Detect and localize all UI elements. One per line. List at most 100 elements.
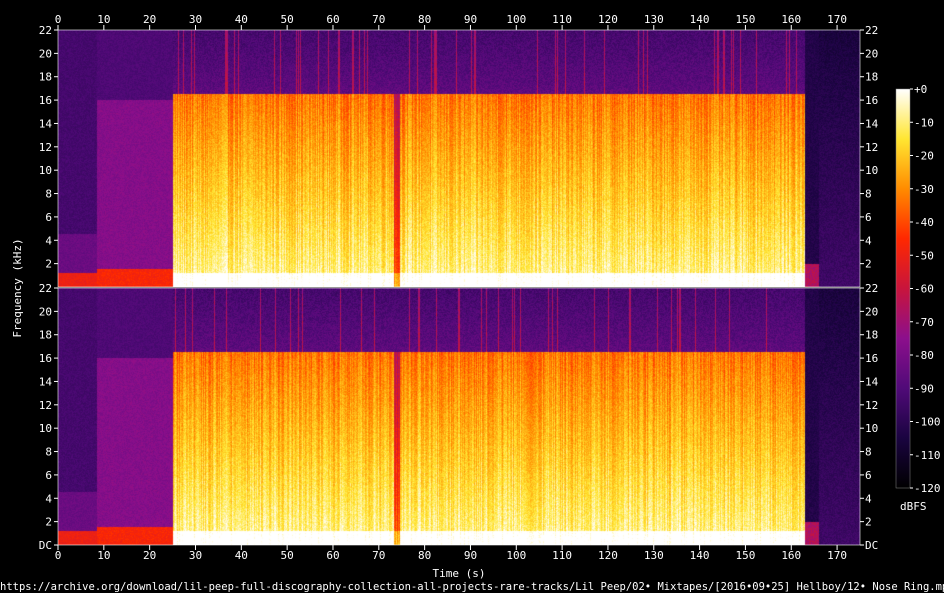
x-tick-label-bottom: 140	[690, 549, 710, 562]
y-tick-label-left: 2	[45, 516, 52, 529]
x-tick-label-top: 80	[418, 13, 431, 26]
colorbar-tick-label: +0	[914, 83, 927, 96]
y-tick-label-left: 10	[39, 422, 52, 435]
x-tick-label-bottom: 60	[326, 549, 339, 562]
y-tick-label-right: 2	[865, 516, 872, 529]
colorbar-tick-label: -60	[914, 283, 934, 296]
y-tick-label-left: 4	[45, 492, 52, 505]
y-tick-label-right: 20	[865, 305, 878, 318]
y-tick-label-right: 20	[865, 47, 878, 60]
x-tick-label-bottom: 20	[143, 549, 156, 562]
colorbar-tick-label: -70	[914, 316, 934, 329]
x-tick-label-bottom: 50	[281, 549, 294, 562]
y-tick-label-left: 18	[39, 71, 52, 84]
y-tick-label-left: 4	[45, 234, 52, 247]
colorbar-tick-label: -80	[914, 349, 934, 362]
y-tick-label-left: 16	[39, 352, 52, 365]
colorbar-tick-label: -100	[914, 416, 941, 429]
x-tick-label-top: 20	[143, 13, 156, 26]
y-tick-label-right: 14	[865, 375, 879, 388]
y-tick-label-right: 12	[865, 141, 878, 154]
spectrogram-figure: 2 24 46 68 810 1012 1214 1416 1618 1820 2022 22DC DC…	[0, 13, 944, 593]
colorbar-tick-label: -50	[914, 249, 934, 262]
spectrogram-panels	[58, 30, 860, 545]
x-tick-label-top: 70	[372, 13, 385, 26]
x-tick-label-bottom: 90	[464, 549, 477, 562]
y-tick-label-right: 14	[865, 117, 879, 130]
y-tick-label-right: 16	[865, 94, 878, 107]
x-tick-label-bottom: 80	[418, 549, 431, 562]
y-tick-label-left: 14	[39, 117, 53, 130]
x-tick-label-top: 90	[464, 13, 477, 26]
colorbar-tick-label: -20	[914, 150, 934, 163]
y-tick-label-right: 18	[865, 329, 878, 342]
y-tick-label-left: 8	[45, 446, 52, 459]
x-tick-label-top: 40	[235, 13, 248, 26]
x-tick-label-bottom: 0	[55, 549, 62, 562]
x-tick-label-top: 160	[781, 13, 801, 26]
y-tick-label-right: 10	[865, 422, 878, 435]
colorbar-tick-label: -110	[914, 449, 941, 462]
x-tick-label-bottom: 170	[827, 549, 847, 562]
x-tick-label-bottom: 10	[97, 549, 110, 562]
y-tick-label-left: 12	[39, 399, 52, 412]
y-tick-label-left: 22	[39, 282, 52, 295]
x-tick-label-top: 30	[189, 13, 202, 26]
colorbar-tick-label: -10	[914, 116, 934, 129]
x-tick-label-top: 110	[552, 13, 572, 26]
y-tick-label-right: 22	[865, 282, 878, 295]
x-tick-label-top: 170	[827, 13, 847, 26]
x-tick-label-top: 120	[598, 13, 618, 26]
y-tick-label-left: 8	[45, 188, 52, 201]
y-tick-label-left: 6	[45, 211, 52, 224]
x-tick-label-top: 0	[55, 13, 62, 26]
x-tick-label-bottom: 40	[235, 549, 248, 562]
y-tick-label-right: 6	[865, 469, 872, 482]
y-tick-label-left: 20	[39, 305, 52, 318]
colorbar-tick-label: -30	[914, 183, 934, 196]
y-tick-label-right: 16	[865, 352, 878, 365]
colorbar-tick-label: -120	[914, 482, 941, 495]
x-tick-label-bottom: 120	[598, 549, 618, 562]
y-tick-label-right: 4	[865, 492, 872, 505]
x-tick-label-bottom: 70	[372, 549, 385, 562]
y-tick-label-right: 2	[865, 258, 872, 271]
y-tick-label-right: 4	[865, 234, 872, 247]
colorbar-ticks: +0 -10 -20 -30 -40 -50 -60 -70 -80 -90 -100 -110 -12…	[910, 83, 941, 495]
x-tick-label-top: 150	[735, 13, 755, 26]
colorbar-tick-label: -40	[914, 216, 934, 229]
y-tick-label-right: 12	[865, 399, 878, 412]
source-path-footer: https://archive.org/download/lil-peep-fu…	[0, 581, 944, 593]
x-tick-label-bottom: 160	[781, 549, 801, 562]
y-tick-label-left: 22	[39, 24, 52, 37]
x-tick-label-top: 50	[281, 13, 294, 26]
spectrogram-channel-2	[58, 288, 860, 545]
x-tick-label-bottom: 100	[506, 549, 526, 562]
y-tick-label-left: DC	[39, 539, 52, 552]
y-tick-label-right: 8	[865, 188, 872, 201]
x-tick-label-top: 140	[690, 13, 710, 26]
x-tick-label-top: 130	[644, 13, 664, 26]
y-tick-label-right: 10	[865, 164, 878, 177]
y-tick-label-left: 20	[39, 47, 52, 60]
y-tick-label-right: 18	[865, 71, 878, 84]
y-tick-label-left: 18	[39, 329, 52, 342]
y-tick-label-left: 12	[39, 141, 52, 154]
x-tick-label-bottom: 30	[189, 549, 202, 562]
y-tick-label-left: 2	[45, 258, 52, 271]
y-tick-label-left: 6	[45, 469, 52, 482]
x-tick-label-top: 10	[97, 13, 110, 26]
y-tick-label-right: DC	[865, 539, 878, 552]
y-tick-label-right: 22	[865, 24, 878, 37]
x-tick-label-top: 100	[506, 13, 526, 26]
colorbar-strip	[895, 88, 911, 489]
y-tick-label-left: 10	[39, 164, 52, 177]
spectrogram-channel-1	[58, 30, 860, 287]
y-axis-label: Frequency (kHz)	[11, 238, 24, 337]
y-tick-label-left: 14	[39, 375, 53, 388]
y-tick-label-right: 8	[865, 446, 872, 459]
x-tick-label-top: 60	[326, 13, 339, 26]
x-axis-label: Time (s)	[433, 567, 486, 580]
x-tick-label-bottom: 150	[735, 549, 755, 562]
colorbar-unit-label: dBFS	[900, 500, 927, 513]
